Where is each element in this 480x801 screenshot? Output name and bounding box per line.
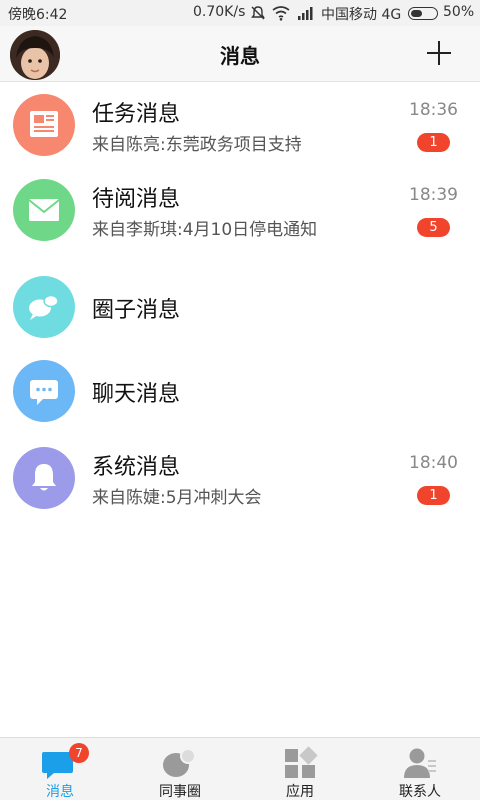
colleague-circle-icon [163,748,196,777]
list-item-circle-messages[interactable]: 圈子消息 [0,264,480,348]
bottom-nav: 7 消息 同事圈 应用 联系人 [0,737,480,800]
nav-label: 同事圈 [159,784,201,800]
envelope-icon [13,179,75,241]
apps-grid-icon [285,746,318,778]
chat-dots-icon [13,360,75,422]
list-item-time: 18:36 [409,100,458,120]
unread-badge: 1 [417,486,450,505]
wifi-icon [272,6,290,21]
unread-badge: 5 [417,218,450,237]
nav-item-colleague-circle[interactable]: 同事圈 [120,738,240,801]
bell-icon [13,447,75,509]
status-bar: 傍晚6:42 0.70K/s 中国移动 4G 50% [0,0,480,26]
list-item-subtitle: 来自李斯琪:4月10日停电通知 [92,220,318,240]
list-item-time: 18:40 [409,453,458,473]
battery-icon [408,7,438,20]
nav-item-contacts[interactable]: 联系人 [360,738,480,801]
unread-badge: 1 [417,133,450,152]
network-speed: 0.70K/s [193,4,246,20]
list-item-title: 任务消息 [92,102,181,127]
app-header: 消息 [0,26,480,82]
nav-label: 消息 [46,784,74,800]
carrier-label: 中国移动 4G [321,7,402,23]
list-item-subtitle: 来自陈婕:5月冲刺大会 [92,488,262,508]
page-title: 消息 [220,44,260,68]
list-item-title: 系统消息 [92,455,181,480]
battery-percent: 50% [443,4,475,20]
nav-label: 应用 [286,784,314,800]
list-item-subtitle: 来自陈亮:东莞政务项目支持 [92,135,302,155]
list-item-title: 圈子消息 [92,298,181,323]
newspaper-icon [13,94,75,156]
list-item-system-messages[interactable]: 系统消息 来自陈婕:5月冲刺大会 18:40 1 [0,435,480,519]
plus-icon[interactable] [424,38,454,68]
nav-label: 联系人 [399,784,441,800]
nav-unread-badge: 7 [69,743,89,763]
list-item-time: 18:39 [409,185,458,205]
list-item-chat-messages[interactable]: 聊天消息 [0,348,480,432]
contacts-icon [404,748,436,778]
nav-item-apps[interactable]: 应用 [240,738,360,801]
signal-icon [298,7,313,20]
mute-icon [251,6,265,20]
list-item-title: 聊天消息 [92,382,181,407]
status-time: 傍晚6:42 [8,7,68,23]
nav-item-messages[interactable]: 7 消息 [0,738,120,801]
chat-bubbles-icon [13,276,75,338]
list-item-task-messages[interactable]: 任务消息 来自陈亮:东莞政务项目支持 18:36 1 [0,82,480,166]
list-item-title: 待阅消息 [92,187,181,212]
list-item-pending-read-messages[interactable]: 待阅消息 来自李斯琪:4月10日停电通知 18:39 5 [0,167,480,251]
